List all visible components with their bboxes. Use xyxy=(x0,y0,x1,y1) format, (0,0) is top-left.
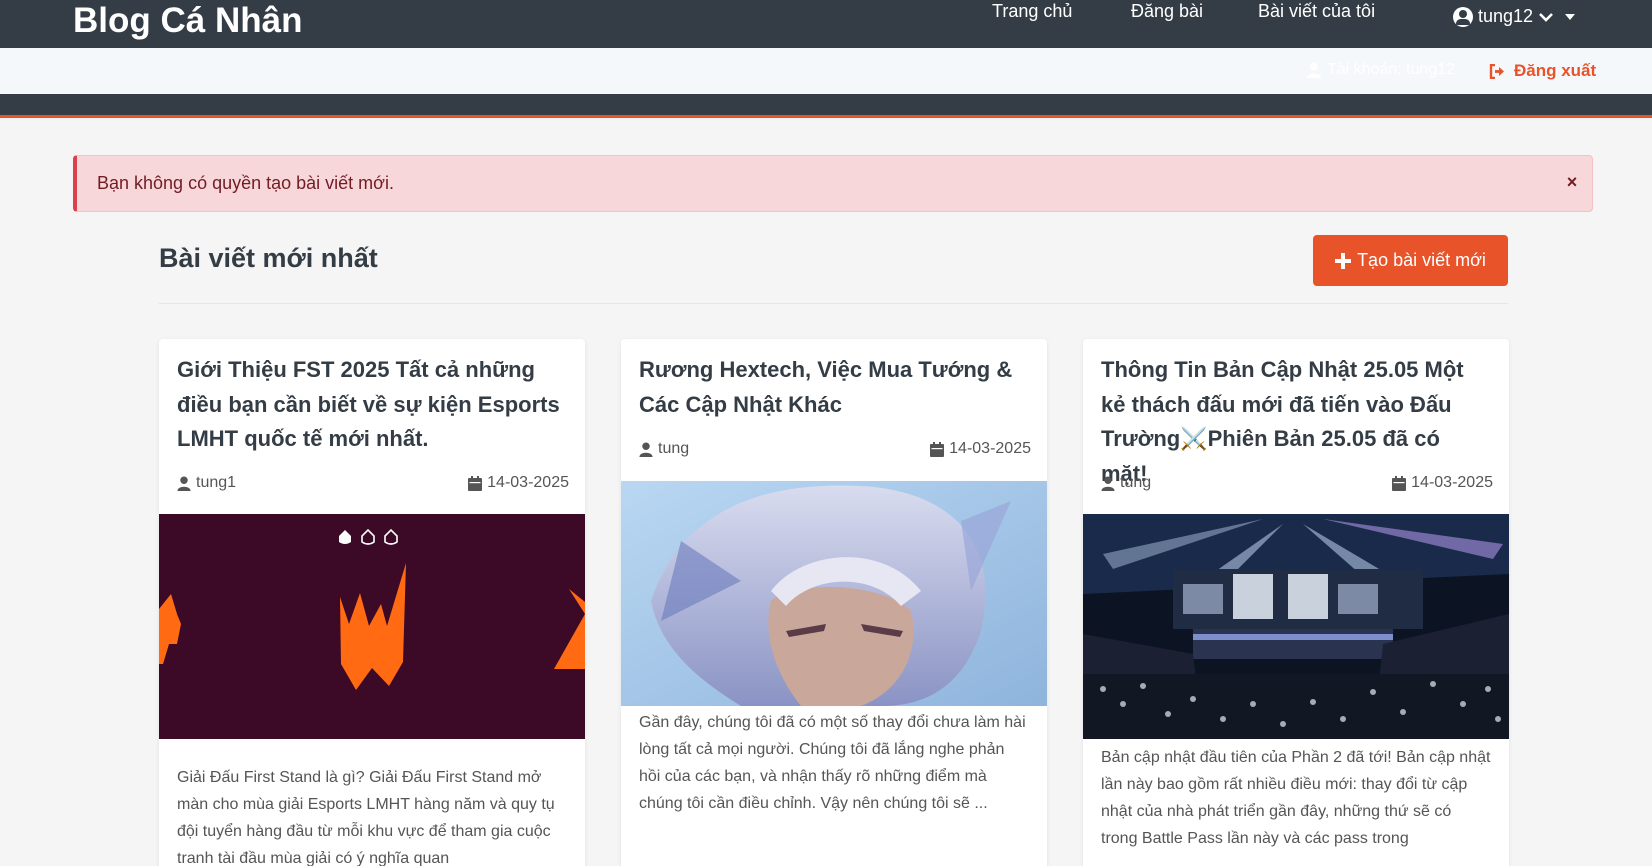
user-circle-icon xyxy=(1453,6,1473,27)
post-excerpt: Gần đây, chúng tôi đã có một số thay đổi… xyxy=(639,714,1026,812)
logout-button[interactable]: Đăng xuất xyxy=(1489,61,1596,81)
post-image[interactable] xyxy=(1083,514,1509,739)
post-author-name: tung xyxy=(1120,474,1152,491)
calendar-icon xyxy=(468,475,483,491)
alert-message: Bạn không có quyền tạo bài viết mới. xyxy=(97,173,394,193)
user-menu[interactable]: tung12 xyxy=(1453,6,1576,27)
post-title[interactable]: Rương Hextech, Việc Mua Tướng & Các Cập … xyxy=(639,353,1029,422)
user-menu-name: tung12 xyxy=(1478,6,1534,26)
permission-alert: Bạn không có quyền tạo bài viết mới. × xyxy=(73,155,1593,212)
post-card[interactable]: Thông Tin Bản Cập Nhật 25.05 Một kẻ thác… xyxy=(1083,339,1509,866)
post-title[interactable]: Thông Tin Bản Cập Nhật 25.05 Một kẻ thác… xyxy=(1101,353,1491,491)
close-icon[interactable]: × xyxy=(1562,172,1582,193)
post-author-name: tung xyxy=(658,440,690,457)
nav-link-my-posts[interactable]: Bài viết của tôi xyxy=(1258,0,1375,22)
post-image[interactable] xyxy=(621,481,1047,706)
calendar-icon xyxy=(930,441,945,457)
post-card[interactable]: Rương Hextech, Việc Mua Tướng & Các Cập … xyxy=(621,339,1047,866)
post-title[interactable]: Giới Thiệu FST 2025 Tất cả những điều bạ… xyxy=(177,353,567,457)
post-image[interactable] xyxy=(159,514,585,739)
account-info: Tài khoản: tung12 xyxy=(1307,61,1455,79)
post-excerpt: Giải Đấu First Stand là gì? Giải Đấu Fir… xyxy=(177,769,555,866)
user-icon xyxy=(177,475,191,491)
nav-link-post[interactable]: Đăng bài xyxy=(1131,0,1203,22)
calendar-icon xyxy=(1392,475,1407,491)
post-date-value: 14-03-2025 xyxy=(1411,474,1493,491)
header-band xyxy=(0,94,1652,118)
logout-label: Đăng xuất xyxy=(1514,61,1597,80)
post-author: tung xyxy=(1101,474,1151,492)
user-icon xyxy=(1307,62,1321,78)
post-date-value: 14-03-2025 xyxy=(949,440,1031,457)
plus-icon xyxy=(1335,252,1352,269)
post-author: tung xyxy=(639,440,689,458)
create-post-label: Tạo bài viết mới xyxy=(1357,250,1486,270)
user-icon xyxy=(1101,475,1115,491)
post-author-name: tung1 xyxy=(196,474,237,491)
post-date: 14-03-2025 xyxy=(468,474,569,492)
brand-logo[interactable]: Blog Cá Nhân xyxy=(73,0,302,42)
post-date: 14-03-2025 xyxy=(930,440,1031,458)
account-label: Tài khoản: tung12 xyxy=(1327,61,1456,78)
nav-link-home[interactable]: Trang chủ xyxy=(992,0,1072,22)
post-date-value: 14-03-2025 xyxy=(487,474,569,491)
user-icon xyxy=(639,441,653,457)
create-post-button[interactable]: Tạo bài viết mới xyxy=(1313,235,1508,286)
top-navbar: Blog Cá Nhân Trang chủ Đăng bài Bài viết… xyxy=(0,0,1652,48)
post-excerpt: Bản cập nhật đầu tiên của Phần 2 đã tới!… xyxy=(1101,749,1491,847)
post-date: 14-03-2025 xyxy=(1392,474,1493,492)
logout-icon xyxy=(1489,63,1504,79)
chevron-down-icon xyxy=(1539,12,1553,22)
section-divider xyxy=(159,303,1508,304)
page-title: Bài viết mới nhất xyxy=(159,243,378,273)
post-card[interactable]: Giới Thiệu FST 2025 Tất cả những điều bạ… xyxy=(159,339,585,866)
caret-down-icon xyxy=(1565,13,1576,20)
post-author: tung1 xyxy=(177,474,236,492)
